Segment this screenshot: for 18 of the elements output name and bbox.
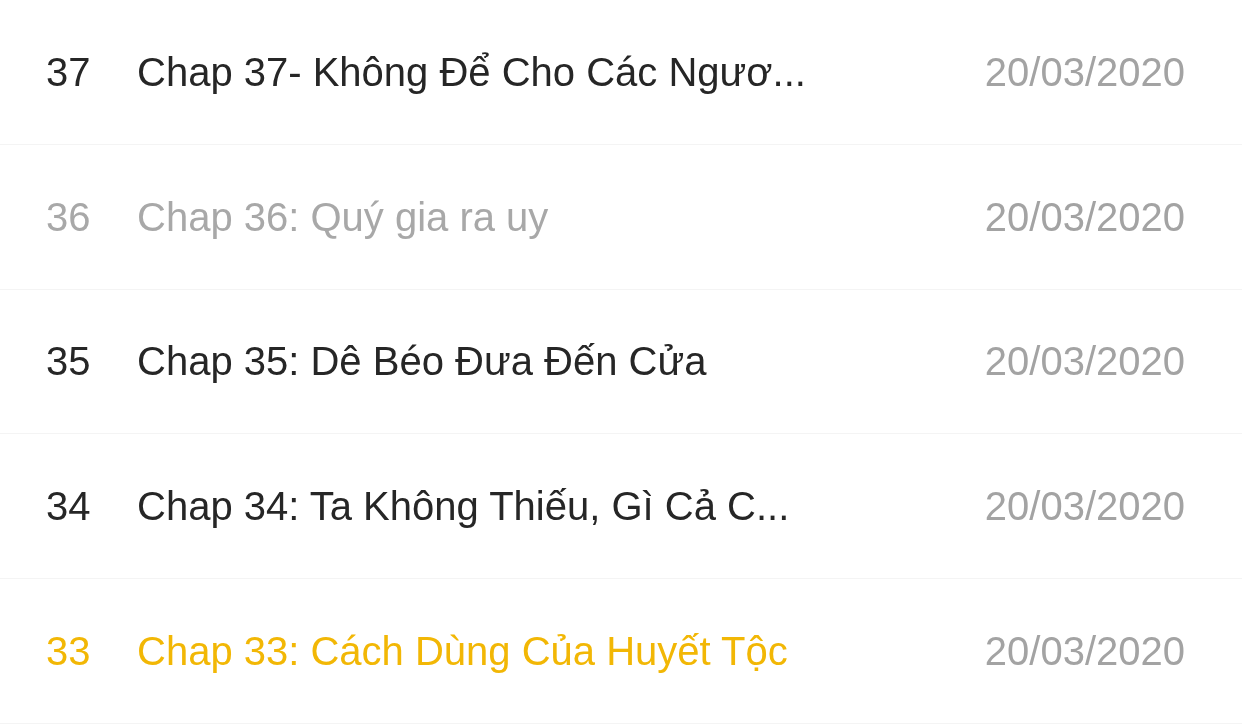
chapter-date: 20/03/2020	[984, 338, 1185, 386]
chapter-title: Chap 37- Không Để Cho Các Ngươ...	[137, 48, 806, 96]
chapter-date: 20/03/2020	[984, 48, 1185, 96]
chapter-number: 37	[46, 48, 92, 96]
chapter-title: Chap 33: Cách Dùng Của Huyết Tộc	[137, 628, 788, 676]
chapter-number: 33	[46, 628, 92, 676]
chapter-date: 20/03/2020	[984, 628, 1185, 676]
chapter-row[interactable]: 37 Chap 37- Không Để Cho Các Ngươ... 20/03/2020	[0, 0, 1242, 145]
chapter-title: Chap 36: Quý gia ra uy	[137, 193, 549, 241]
chapter-row[interactable]: 35 Chap 35: Dê Béo Đưa Đến Cửa 20/03/2020	[0, 289, 1242, 435]
chapter-row[interactable]: 34 Chap 34: Ta Không Thiếu, Gì Cả C... 20/03/2020	[0, 434, 1242, 580]
chapter-number: 36	[46, 193, 92, 241]
chapter-number: 34	[46, 483, 92, 531]
chapter-date: 20/03/2020	[984, 193, 1185, 241]
chapter-title: Chap 35: Dê Béo Đưa Đến Cửa	[137, 338, 707, 386]
chapter-title: Chap 34: Ta Không Thiếu, Gì Cả C...	[137, 483, 790, 531]
chapter-date: 20/03/2020	[984, 483, 1185, 531]
chapter-number: 35	[46, 338, 92, 386]
